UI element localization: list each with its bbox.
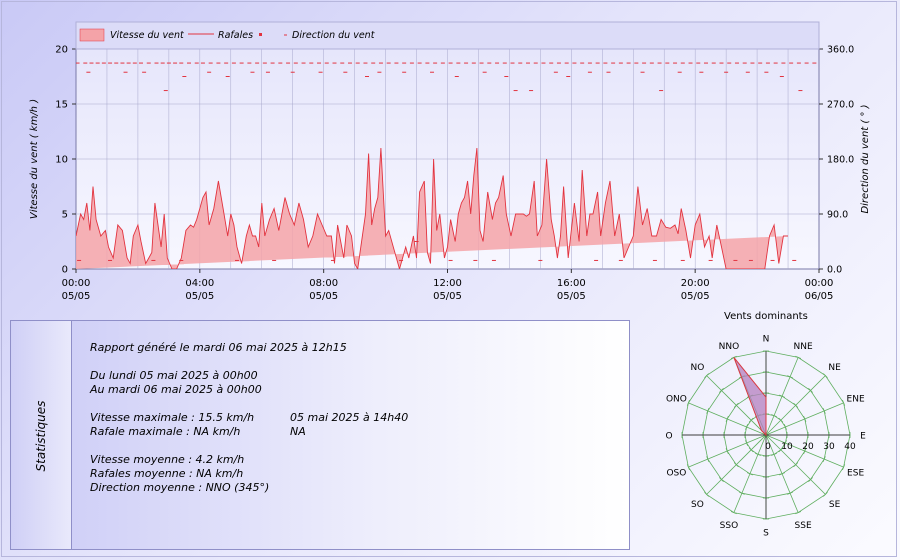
x-tick-label-date: 05/05 — [681, 291, 710, 302]
rose-direction-label: SO — [691, 500, 704, 510]
wind-rose: N NNE NE ENE E ESE SE SSE S SSO SO OSO O ONO NO NNO 0 10 2… — [665, 335, 866, 539]
x-tick-label-date: 05/05 — [433, 291, 462, 302]
x-tick-label-date: 05/05 — [62, 291, 91, 302]
statistics-content: Rapport généré le mardi 06 mai 2025 à 12… — [72, 321, 629, 549]
x-tick-label-time: 16:00 — [557, 278, 586, 289]
rose-direction-label: ONO — [666, 394, 687, 404]
report-generated: Rapport généré le mardi 06 mai 2025 à 12… — [90, 341, 347, 354]
x-tick-label-date: 06/05 — [805, 291, 834, 302]
avg-speed: Vitesse moyenne : 4.2 km/h — [90, 453, 245, 466]
x-tick-label-date: 05/05 — [309, 291, 338, 302]
legend-label-gusts: Rafales — [218, 30, 253, 41]
wind-rose-title: Vents dominants — [724, 311, 808, 322]
statistics-panel: Statistiques Rapport généré le mardi 06 … — [10, 320, 630, 550]
x-tick-label-time: 08:00 — [309, 278, 338, 289]
rose-radial-label: 20 — [802, 442, 814, 452]
legend-box — [75, 21, 820, 50]
rose-direction-label: NNE — [794, 342, 813, 352]
y-axis-right-label: Direction du vent ( ° ) — [860, 104, 871, 213]
x-tick-label-time: 12:00 — [433, 278, 462, 289]
rose-radial-label: 0 — [765, 442, 771, 452]
statistics-title: Statistiques — [34, 400, 48, 472]
y-right-tick-label: 270.0 — [827, 100, 854, 111]
legend-label-speed: Vitesse du vent — [110, 30, 185, 41]
y-right-tick-label: 180.0 — [827, 155, 854, 166]
rose-direction-label: SSO — [720, 521, 739, 531]
rose-direction-label: E — [860, 432, 866, 442]
period-start: Du lundi 05 mai 2025 à 00h00 — [90, 369, 258, 382]
max-gust-time: NA — [290, 425, 306, 438]
rose-radial-label: 30 — [823, 442, 835, 452]
rose-direction-label: N — [763, 335, 770, 345]
y-left-tick-label: 5 — [62, 210, 68, 221]
statistics-sidebar: Statistiques — [11, 321, 72, 549]
x-tick-label-date: 05/05 — [185, 291, 214, 302]
x-tick-label-time: 00:00 — [62, 278, 91, 289]
rose-direction-label: ESE — [847, 469, 864, 479]
x-tick-label-time: 04:00 — [185, 278, 214, 289]
y-right-tick-label: 90.0 — [827, 210, 848, 221]
y-left-tick-label: 20 — [55, 45, 68, 56]
max-gust: Rafale maximale : NA km/h — [90, 425, 241, 438]
legend-label-direction: Direction du vent — [292, 30, 376, 41]
rose-direction-label: NO — [690, 363, 704, 373]
rose-direction-label: O — [665, 432, 672, 442]
x-tick-label-time: 20:00 — [681, 278, 710, 289]
legend: Vitesse du vent Rafales Direction du ven… — [75, 21, 820, 50]
rose-direction-label: NNO — [719, 342, 740, 352]
max-speed: Vitesse maximale : 15.5 km/h — [90, 411, 255, 424]
avg-direction: Direction moyenne : NNO (345°) — [90, 481, 270, 494]
y-left-tick-label: 15 — [55, 100, 68, 111]
rose-radial-label: 10 — [781, 442, 793, 452]
avg-gust: Rafales moyenne : NA km/h — [90, 467, 244, 480]
legend-swatch-speed — [79, 28, 105, 42]
rose-direction-label: NE — [828, 363, 841, 373]
rose-direction-label: SSE — [795, 521, 812, 531]
y-left-tick-label: 0 — [62, 265, 68, 276]
wind-chart: 0 5 10 15 20 0.0 90.0 180.0 270.0 360.0 00:00 05/05… — [29, 21, 871, 302]
max-speed-time: 05 mai 2025 à 14h40 — [290, 411, 409, 424]
rose-direction-label: S — [763, 529, 769, 539]
period-end: Au mardi 06 mai 2025 à 00h00 — [90, 383, 262, 396]
x-tick-label-time: 00:00 — [805, 278, 834, 289]
y-right-tick-label: 360.0 — [827, 45, 854, 56]
y-left-tick-label: 10 — [55, 155, 68, 166]
legend-swatch-direction — [259, 33, 262, 36]
rose-direction-label: ENE — [847, 394, 865, 404]
y-axis-left-label: Vitesse du vent ( km/h ) — [29, 99, 40, 219]
x-tick-label-date: 05/05 — [557, 291, 586, 302]
rose-radial-label: 40 — [844, 442, 856, 452]
rose-direction-label: SE — [829, 500, 841, 510]
y-right-tick-label: 0.0 — [827, 265, 842, 276]
rose-direction-label: OSO — [666, 469, 686, 479]
